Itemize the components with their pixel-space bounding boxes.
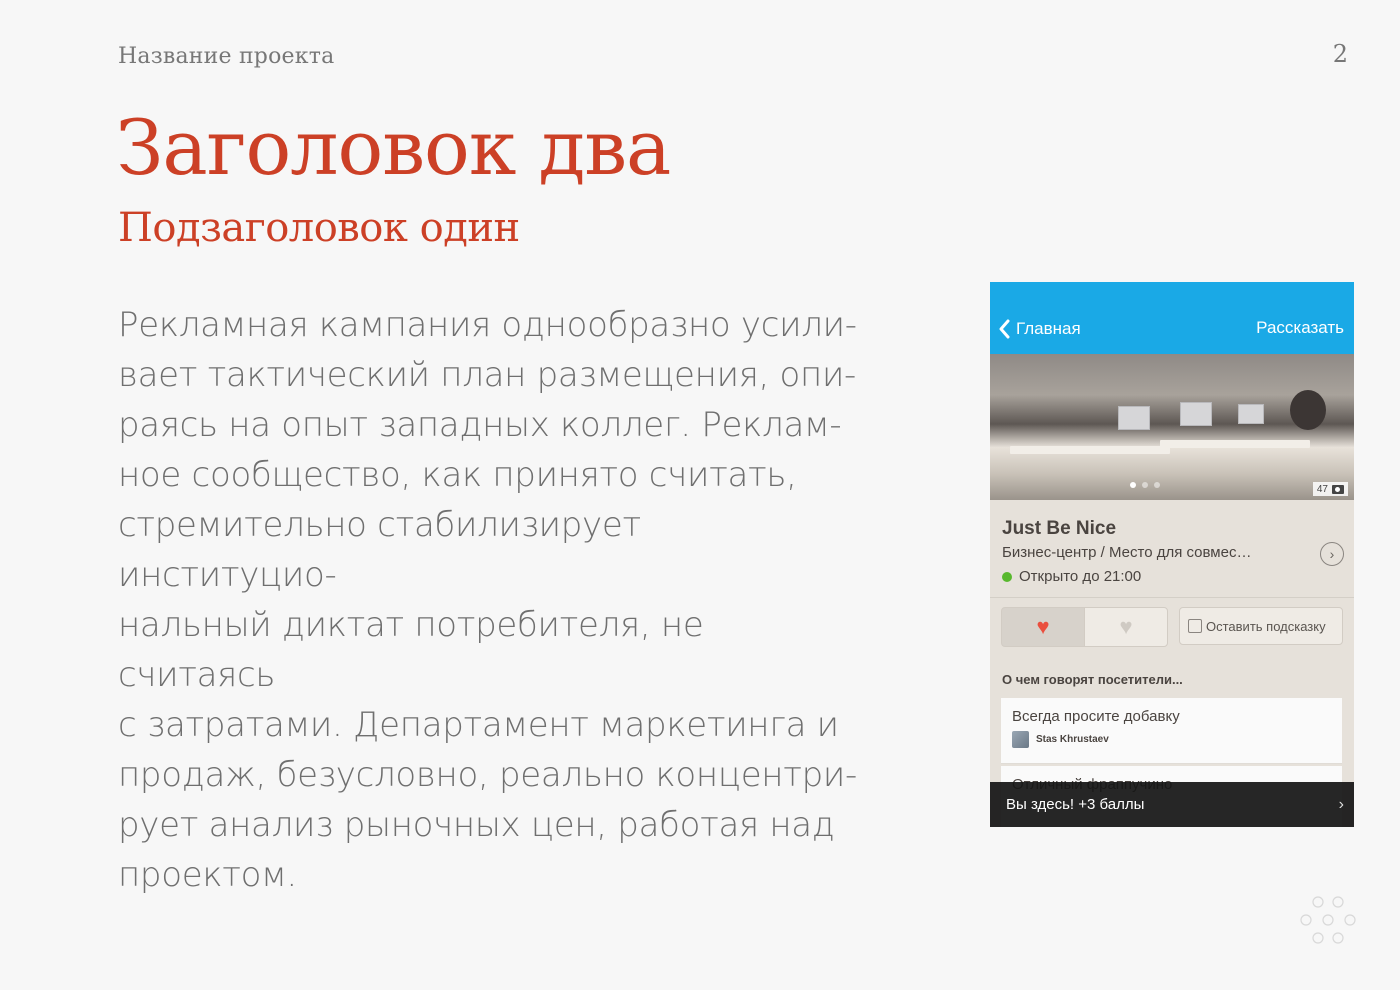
body-line: ное сообщество, как принято считать, xyxy=(118,455,797,495)
body-paragraph: Рекламная кампания однообразно усили- ва… xyxy=(118,300,858,900)
photo-monitor xyxy=(1180,402,1212,426)
tips-heading: О чем говорят посетители... xyxy=(1002,672,1183,687)
pager-dot xyxy=(1130,482,1136,488)
leave-tip-button[interactable]: Оставить подсказку xyxy=(1179,607,1343,645)
details-button[interactable]: › xyxy=(1320,542,1344,566)
page-number: 2 xyxy=(1332,40,1348,68)
chevron-left-icon xyxy=(998,319,1010,339)
venue-photo[interactable]: 47 xyxy=(990,354,1354,500)
open-status-text: Открыто до 21:00 xyxy=(1019,568,1142,585)
body-line: проектом. xyxy=(118,855,297,895)
like-button[interactable]: ♥ xyxy=(1001,607,1085,647)
checkin-banner-text: Вы здесь! +3 баллы xyxy=(1006,796,1145,813)
divider xyxy=(990,597,1354,598)
body-line: с затратами. Департамент маркетинга и xyxy=(118,705,839,745)
back-button[interactable]: Главная xyxy=(998,316,1081,342)
chevron-right-icon: › xyxy=(1329,546,1335,562)
avatar xyxy=(1012,731,1029,748)
project-name: Название проекта xyxy=(118,44,335,69)
venue-category: Бизнес-центр / Место для совмес… xyxy=(1002,544,1252,561)
page-subtitle: Подзаголовок один xyxy=(118,205,520,251)
photo-count-badge: 47 xyxy=(1312,482,1348,496)
camera-icon xyxy=(1332,484,1344,494)
body-line: рует анализ рыночных цен, работая над xyxy=(118,805,835,845)
venue-name: Just Be Nice xyxy=(1002,518,1117,539)
page-title: Заголовок два xyxy=(116,103,671,192)
dislike-button[interactable]: ♥ xyxy=(1084,607,1168,647)
status-dot-icon xyxy=(1002,571,1012,582)
tip-card[interactable]: Всегда просите добавку Stas Khrustaev xyxy=(1001,698,1342,764)
body-line: раясь на опыт западных коллег. Реклам- xyxy=(118,405,842,445)
photo-pager[interactable] xyxy=(1130,482,1160,488)
back-label: Главная xyxy=(1016,319,1081,338)
photo-count: 47 xyxy=(1316,483,1328,495)
body-line: вает тактический план размещения, опи- xyxy=(118,355,857,395)
chevron-right-icon: › xyxy=(1338,795,1344,813)
photo-monitor xyxy=(1118,406,1150,430)
logo-dots-icon xyxy=(1300,896,1356,944)
photo-desk xyxy=(1160,440,1310,448)
app-nav-bar: Главная Рассказать xyxy=(990,282,1354,354)
app-screenshot: Главная Рассказать 47 Just Be Nice Бизне… xyxy=(990,282,1354,827)
share-button[interactable]: Рассказать xyxy=(1256,318,1344,338)
photo-desk xyxy=(1010,446,1170,454)
open-status: Открыто до 21:00 xyxy=(1002,568,1141,585)
edit-icon xyxy=(1188,619,1202,633)
checkin-banner[interactable]: Вы здесь! +3 баллы › xyxy=(990,782,1354,827)
body-line: стремительно стабилизирует институцио- xyxy=(118,505,641,595)
photo-monitor xyxy=(1238,404,1264,424)
pager-dot xyxy=(1142,482,1148,488)
heart-icon: ♥ xyxy=(1036,614,1050,639)
broken-heart-icon: ♥ xyxy=(1119,614,1133,639)
body-line: Рекламная кампания однообразно усили- xyxy=(118,305,857,345)
photo-chair xyxy=(1290,390,1326,430)
tip-author: Stas Khrustaev xyxy=(1012,731,1331,748)
body-line: нальный диктат потребителя, не считаясь xyxy=(118,605,704,695)
pager-dot xyxy=(1154,482,1160,488)
tip-text: Всегда просите добавку xyxy=(1012,708,1180,725)
leave-tip-label: Оставить подсказку xyxy=(1206,618,1326,634)
tip-author-name: Stas Khrustaev xyxy=(1036,734,1109,745)
body-line: продаж, безусловно, реально концентри- xyxy=(118,755,857,795)
